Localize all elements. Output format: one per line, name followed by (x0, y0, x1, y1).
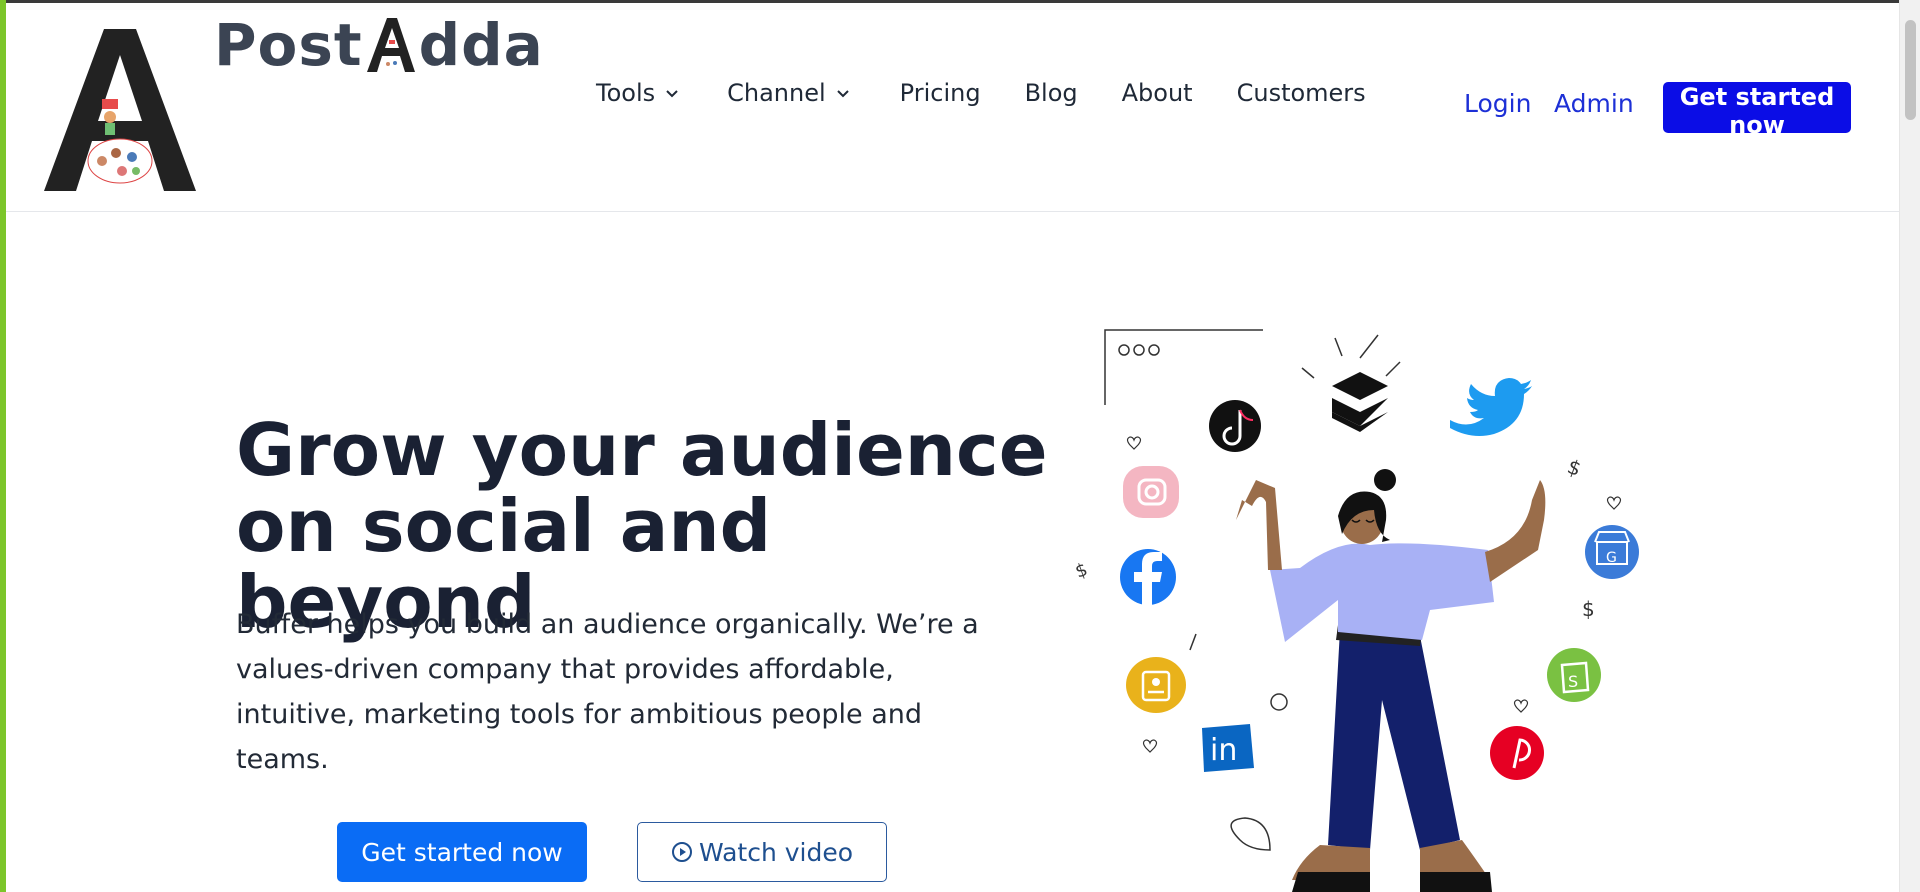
svg-text:$: $ (1073, 559, 1091, 583)
twitter-icon (1450, 378, 1532, 436)
site-header: Post dda Tools Channel Pricing Blog Abou… (6, 3, 1899, 212)
vertical-scrollbar[interactable] (1899, 0, 1920, 892)
nav-label: Customers (1236, 79, 1366, 107)
svg-text:S: S (1568, 672, 1578, 691)
nav-label: Pricing (899, 79, 981, 107)
nav-item-channel[interactable]: Channel (701, 79, 872, 107)
person-illustration (1236, 469, 1546, 892)
svg-text:G: G (1606, 550, 1617, 566)
contact-card-icon (1126, 657, 1186, 713)
nav-label: About (1121, 79, 1193, 107)
watch-video-label: Watch video (698, 837, 854, 867)
heart-icon (1126, 436, 1142, 450)
facebook-icon (1120, 549, 1176, 605)
instagram-icon (1123, 466, 1179, 518)
get-started-hero-button[interactable]: Get started now (337, 822, 587, 882)
heart-icon (1606, 496, 1622, 510)
nav-label: Blog (1024, 79, 1078, 107)
pinterest-icon (1490, 726, 1544, 780)
brand-wordmark[interactable]: Post dda (214, 11, 544, 79)
play-circle-icon (671, 842, 692, 862)
heart-icon (1142, 739, 1158, 753)
watch-video-button[interactable]: Watch video (637, 822, 887, 882)
nav-item-pricing[interactable]: Pricing (872, 79, 1003, 107)
scrollbar-thumb[interactable] (1905, 20, 1916, 120)
svg-text:$: $ (1582, 597, 1595, 621)
hero-description: Buffer helps you build an audience organ… (236, 609, 979, 775)
logo-a-icon (44, 29, 196, 191)
linkedin-icon: in (1202, 724, 1254, 772)
hero-title-line1: Grow your audience (236, 408, 1048, 492)
tiktok-icon (1209, 400, 1261, 452)
brand-a-icon (365, 16, 417, 74)
brand-name-left: Post (214, 11, 363, 79)
google-business-icon: G (1585, 525, 1639, 579)
site-logo[interactable] (36, 21, 204, 196)
login-link[interactable]: Login (1464, 89, 1531, 118)
get-started-header-button[interactable]: Get started now (1663, 82, 1851, 139)
nav-label: Tools (596, 79, 656, 107)
nav-item-tools[interactable]: Tools (574, 79, 701, 107)
nav-label: Channel (727, 79, 826, 107)
svg-text:in: in (1210, 733, 1237, 768)
nav-item-customers[interactable]: Customers (1215, 79, 1388, 107)
shopify-icon: S (1547, 648, 1601, 702)
chevron-down-icon (666, 90, 678, 98)
buffer-icon (1332, 372, 1388, 432)
hero-illustration: in G S $ $ $ (1073, 329, 1639, 892)
heart-icon (1513, 699, 1529, 713)
main-navigation: Tools Channel Pricing Blog About Custome… (574, 79, 1388, 107)
nav-item-blog[interactable]: Blog (1003, 79, 1100, 107)
brand-name-right: dda (418, 11, 544, 79)
nav-item-about[interactable]: About (1100, 79, 1215, 107)
chevron-down-icon (836, 90, 849, 98)
admin-link[interactable]: Admin (1554, 89, 1634, 118)
svg-text:$: $ (1564, 454, 1584, 481)
